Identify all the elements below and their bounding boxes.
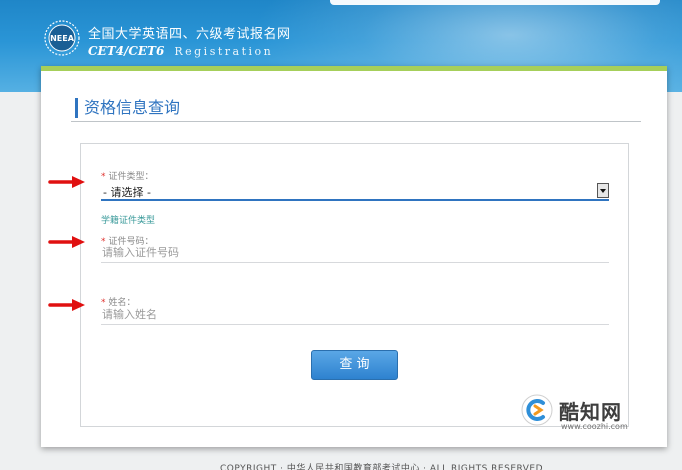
watermark-brand: 酷知网 <box>559 400 622 424</box>
header-top-strip <box>330 0 660 5</box>
site-subtitle-cet: CET4/CET6 <box>88 44 165 58</box>
watermark-url: www.coozhi.com <box>561 422 628 431</box>
neea-logo-icon[interactable]: NEEA <box>44 20 80 56</box>
id-type-select[interactable]: - 请选择 - <box>101 182 609 201</box>
id-type-hint-link[interactable]: 学籍证件类型 <box>101 213 155 226</box>
name-input[interactable]: 请输入姓名 <box>101 307 609 325</box>
red-arrow-icon <box>48 236 85 248</box>
site-subtitle: CET4/CET6 Registration <box>88 40 273 59</box>
id-type-label-text: 证件类型： <box>108 172 154 182</box>
query-button[interactable]: 查 询 <box>311 350 398 380</box>
footer-copyright: COPYRIGHT · 中华人民共和国教育部考试中心 · ALL RIGHTS … <box>220 464 544 470</box>
id-type-selected-value: - 请选择 - <box>103 186 151 199</box>
id-type-label: * 证件类型： <box>101 169 154 182</box>
site-subtitle-registration: Registration <box>174 45 274 58</box>
logo-text: NEEA <box>50 34 75 43</box>
coozhi-logo-icon <box>521 394 553 426</box>
query-card: 资格信息查询 * 证件类型： - 请选择 - 学籍证件类型 * 证件号码： 请输入证… <box>41 66 667 447</box>
title-divider <box>71 121 641 122</box>
page-title: 资格信息查询 <box>75 98 180 118</box>
red-arrow-icon <box>48 176 85 188</box>
id-number-input[interactable]: 请输入证件号码 <box>101 245 609 263</box>
chevron-down-icon[interactable] <box>597 183 609 198</box>
required-mark: * <box>101 172 106 182</box>
red-arrow-icon <box>48 299 85 311</box>
